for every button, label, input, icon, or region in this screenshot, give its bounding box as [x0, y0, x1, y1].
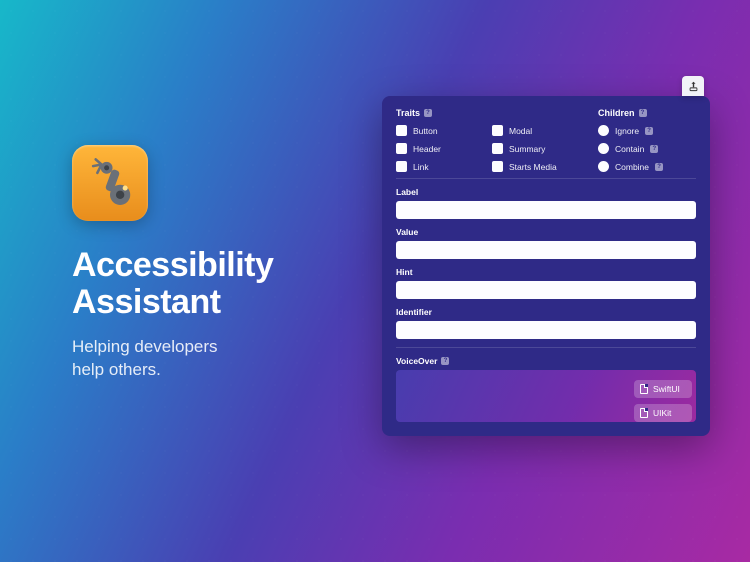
voiceover-area: SwiftUI UIKit	[396, 370, 696, 422]
divider	[396, 347, 696, 348]
hero-left: Accessibility Assistant Helping develope…	[72, 145, 352, 382]
trait-summary[interactable]: Summary	[492, 143, 582, 154]
info-icon[interactable]	[650, 145, 658, 153]
trait-header[interactable]: Header	[396, 143, 486, 154]
info-icon[interactable]	[441, 357, 449, 365]
radio-icon	[598, 125, 609, 136]
checkbox-icon	[492, 143, 503, 154]
traits-heading: Traits	[396, 108, 586, 118]
label-field-group: Label	[396, 187, 696, 219]
hero-title-line2: Assistant	[72, 283, 221, 321]
children-ignore[interactable]: Ignore	[598, 125, 696, 136]
hero-subtitle-line2: help others.	[72, 360, 161, 379]
children-heading: Children	[598, 108, 696, 118]
info-icon[interactable]	[639, 109, 647, 117]
radio-icon	[598, 143, 609, 154]
info-icon[interactable]	[655, 163, 663, 171]
top-options-row: Traits Button Modal Header	[396, 108, 696, 172]
trait-modal[interactable]: Modal	[492, 125, 582, 136]
hero-subtitle-line1: Helping developers	[72, 337, 218, 356]
children-radio-list: Ignore Contain Combine	[598, 125, 696, 172]
hero-title: Accessibility Assistant	[72, 247, 352, 322]
voiceover-heading: VoiceOver	[396, 356, 696, 366]
identifier-field-group: Identifier	[396, 307, 696, 339]
children-contain[interactable]: Contain	[598, 143, 696, 154]
identifier-field-label: Identifier	[396, 307, 696, 317]
hero-subtitle: Helping developers help others.	[72, 336, 352, 382]
label-input[interactable]	[396, 201, 696, 219]
hint-field-group: Hint	[396, 267, 696, 299]
copy-buttons: SwiftUI UIKit	[634, 380, 692, 422]
hero-title-line1: Accessibility	[72, 246, 273, 284]
app-icon	[72, 145, 148, 221]
checkbox-icon	[396, 161, 407, 172]
checkbox-icon	[396, 125, 407, 136]
divider	[396, 178, 696, 179]
share-icon	[688, 81, 699, 92]
traits-grid: Button Modal Header Summary	[396, 125, 586, 172]
children-combine[interactable]: Combine	[598, 161, 696, 172]
value-field-group: Value	[396, 227, 696, 259]
value-field-label: Value	[396, 227, 696, 237]
assistant-panel: Traits Button Modal Header	[382, 96, 710, 436]
hint-field-label: Hint	[396, 267, 696, 277]
checkbox-icon	[492, 161, 503, 172]
hint-input[interactable]	[396, 281, 696, 299]
trait-link[interactable]: Link	[396, 161, 486, 172]
assistant-panel-wrap: Traits Button Modal Header	[382, 96, 710, 436]
trait-button[interactable]: Button	[396, 125, 486, 136]
checkbox-icon	[492, 125, 503, 136]
trait-starts-media[interactable]: Starts Media	[492, 161, 582, 172]
info-icon[interactable]	[645, 127, 653, 135]
children-section: Children Ignore Contain	[598, 108, 696, 172]
document-icon	[640, 384, 648, 394]
value-input[interactable]	[396, 241, 696, 259]
identifier-input[interactable]	[396, 321, 696, 339]
share-button[interactable]	[682, 76, 704, 96]
traits-section: Traits Button Modal Header	[396, 108, 586, 172]
label-field-label: Label	[396, 187, 696, 197]
copy-uikit-button[interactable]: UIKit	[634, 404, 692, 422]
document-icon	[640, 408, 648, 418]
checkbox-icon	[396, 143, 407, 154]
copy-swiftui-button[interactable]: SwiftUI	[634, 380, 692, 398]
info-icon[interactable]	[424, 109, 432, 117]
radio-icon	[598, 161, 609, 172]
